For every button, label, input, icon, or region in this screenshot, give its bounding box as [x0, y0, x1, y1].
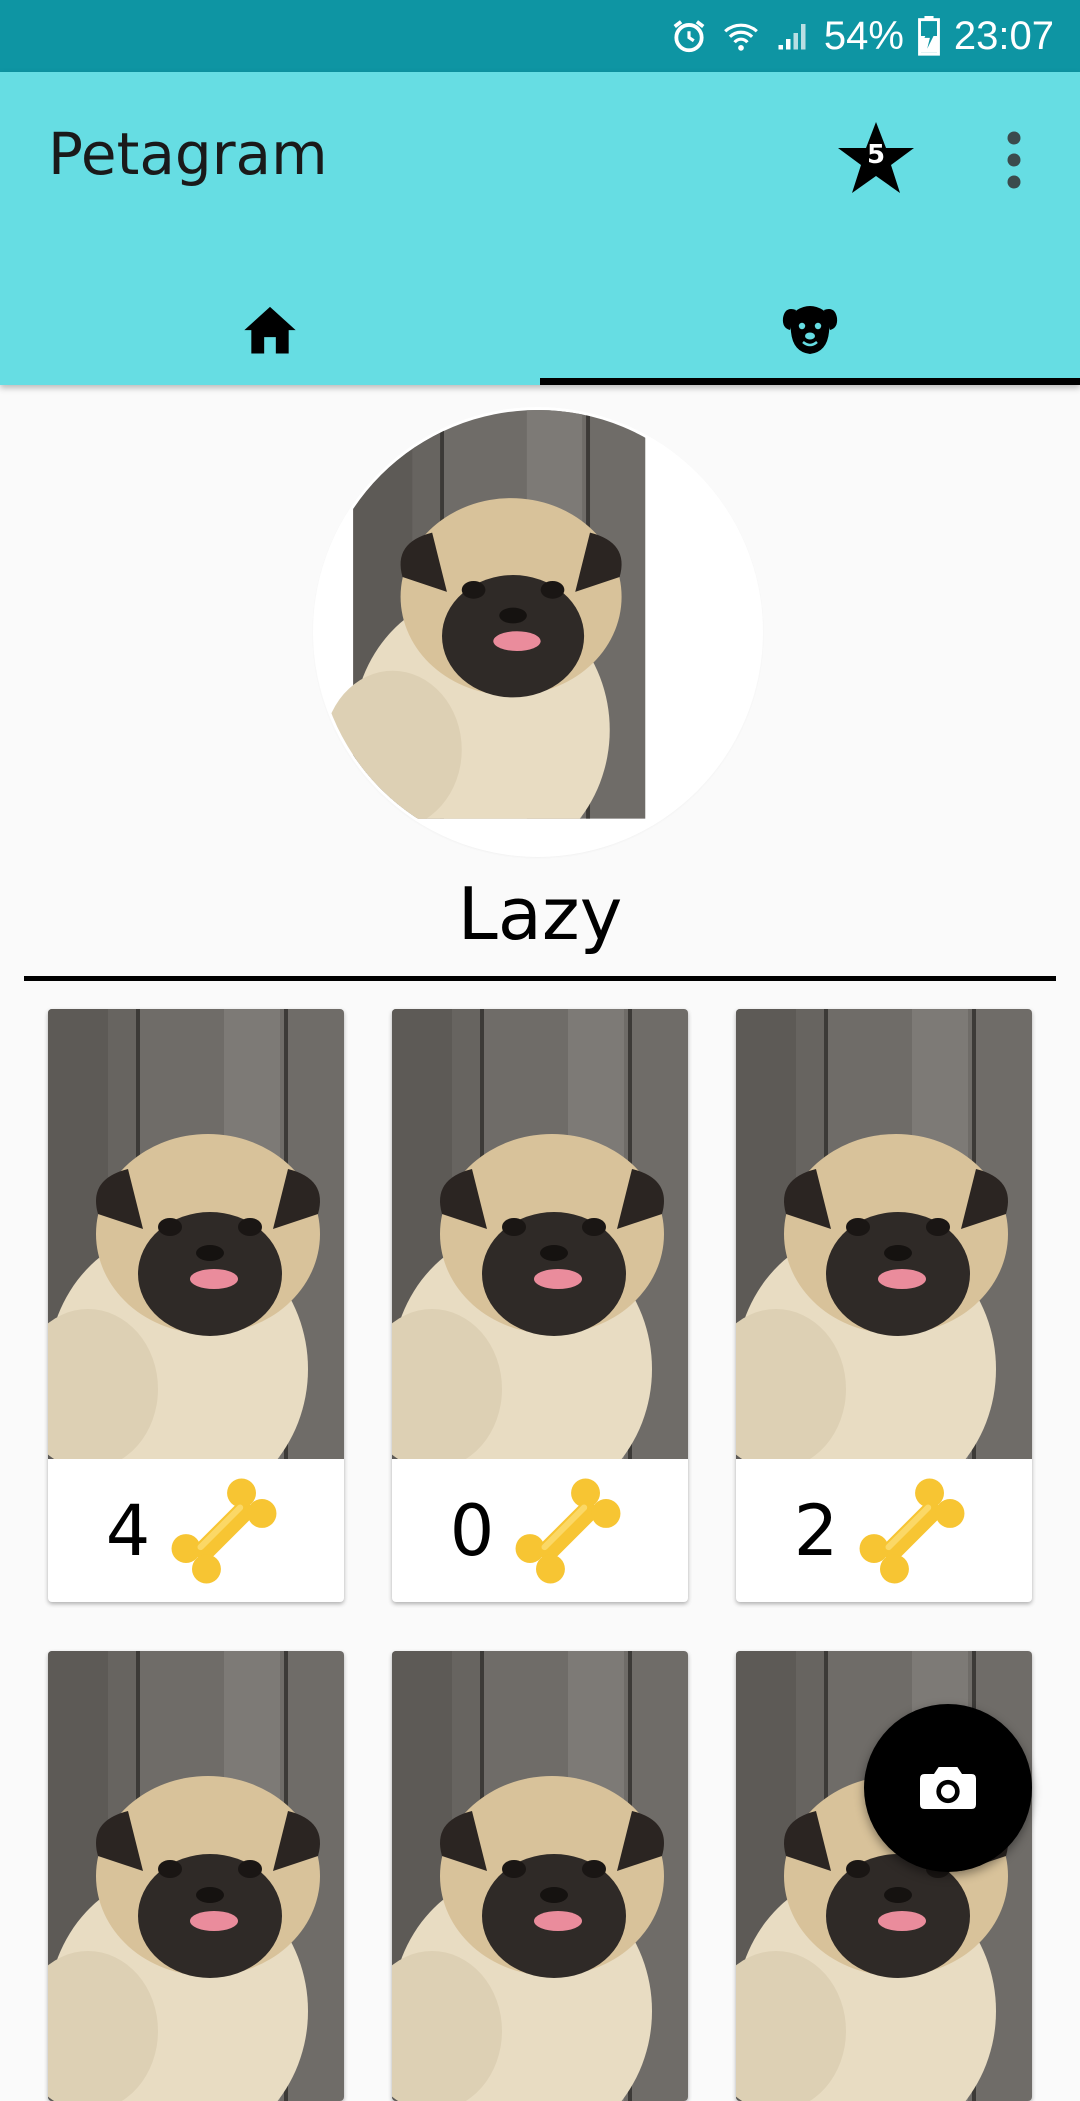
- tab-home[interactable]: [0, 272, 540, 385]
- clock: 23:07: [953, 13, 1054, 58]
- selected-tab-indicator: [540, 378, 1080, 385]
- pet-photo: [392, 1651, 688, 2101]
- card-footer: 0: [392, 1459, 688, 1602]
- favorites-button[interactable]: 5: [836, 118, 916, 198]
- home-icon: [244, 306, 296, 353]
- signal-icon: [774, 18, 810, 54]
- profile-name: Lazy: [457, 872, 623, 956]
- card-footer: 4: [48, 1459, 344, 1602]
- like-count: 4: [105, 1489, 151, 1572]
- pet-photo: [736, 1009, 1032, 1459]
- bone-icon: [162, 1469, 286, 1593]
- like-count: 0: [449, 1489, 495, 1572]
- wifi-icon: [722, 17, 760, 55]
- favorites-count: 5: [866, 140, 886, 170]
- like-count: 2: [793, 1489, 839, 1572]
- pet-photo: [48, 1009, 344, 1459]
- card-footer: 2: [736, 1459, 1032, 1602]
- photo-card[interactable]: 0: [392, 1009, 688, 1602]
- tab-pet-profile[interactable]: [540, 272, 1080, 385]
- bone-icon: [506, 1469, 630, 1593]
- profile-photo: [316, 410, 760, 854]
- camera-icon: [920, 1767, 976, 1809]
- divider: [24, 976, 1056, 981]
- status-bar-indicators: 54% 23:07: [670, 0, 1054, 72]
- take-photo-button[interactable]: [864, 1704, 1032, 1872]
- photo-card[interactable]: 4: [48, 1009, 344, 1602]
- battery-percent: 54%: [823, 13, 904, 58]
- app-bar: Petagram 5: [0, 72, 1080, 385]
- more-vert-icon: [1007, 131, 1021, 189]
- overflow-menu-button[interactable]: [996, 130, 1032, 190]
- photo-card[interactable]: [48, 1651, 344, 2101]
- app-title: Petagram: [48, 120, 328, 188]
- pet-photo: [392, 1009, 688, 1459]
- bone-icon: [850, 1469, 974, 1593]
- battery-icon: [917, 16, 940, 56]
- photo-card[interactable]: 2: [736, 1009, 1032, 1602]
- dog-icon: [782, 305, 838, 354]
- pet-photo: [48, 1651, 344, 2101]
- photo-card[interactable]: [392, 1651, 688, 2101]
- alarm-icon: [670, 17, 708, 55]
- status-bar: 54% 23:07: [0, 0, 1080, 72]
